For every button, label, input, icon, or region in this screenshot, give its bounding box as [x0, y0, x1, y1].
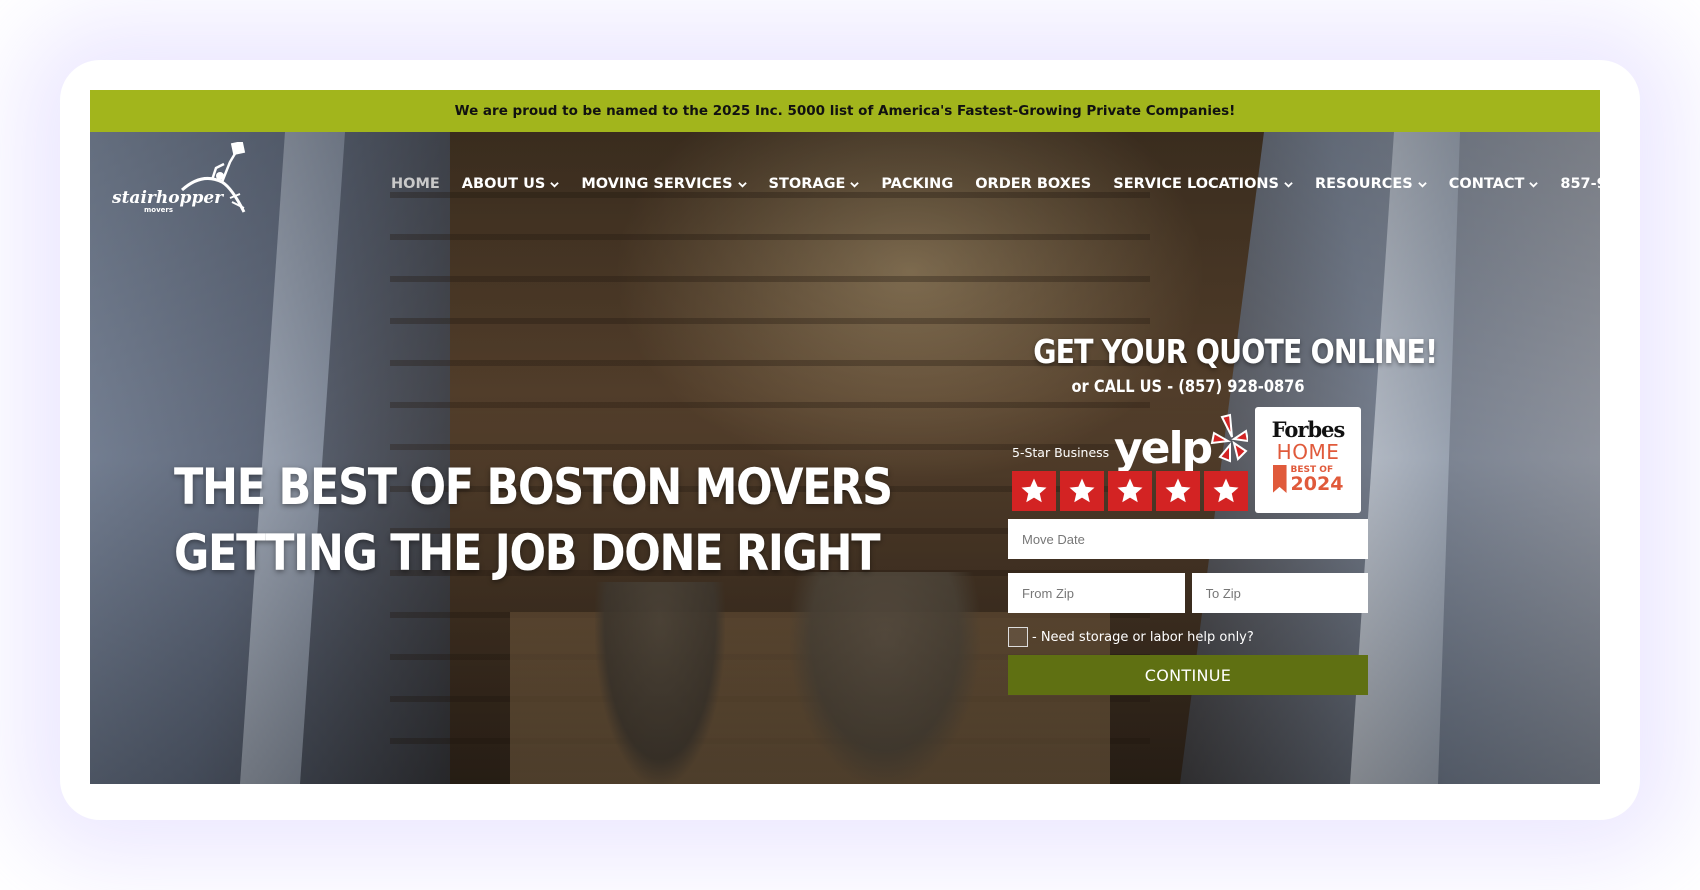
- quote-call-text: or CALL US - (857) 928-0876: [1071, 377, 1305, 397]
- nav-phone-label: 857-928-0876: [1560, 176, 1600, 192]
- chevron-down-icon: [1284, 181, 1293, 188]
- nav-phone-link[interactable]: 857-928-0876: [1560, 176, 1600, 192]
- hero-section: stairhopper movers HOME ABOUT US MOVING …: [90, 132, 1600, 784]
- logo-subtitle: movers: [144, 206, 174, 214]
- storage-labor-checkbox[interactable]: [1008, 627, 1028, 647]
- nav-service-locations-label: SERVICE LOCATIONS: [1113, 176, 1279, 192]
- yelp-badge[interactable]: 5-Star Business yelp: [1012, 413, 1248, 511]
- move-date-field[interactable]: [1008, 519, 1368, 559]
- nav-moving-services[interactable]: MOVING SERVICES: [581, 176, 747, 192]
- nav-order-boxes[interactable]: ORDER BOXES: [975, 176, 1091, 192]
- zip-row: [1008, 573, 1368, 613]
- nav-home-label: HOME: [391, 176, 440, 192]
- chevron-down-icon: [550, 181, 560, 188]
- yelp-badge-caption: 5-Star Business: [1012, 445, 1110, 460]
- quote-form: GET YOUR QUOTE ONLINE! or CALL US - (857…: [1008, 332, 1438, 695]
- site-logo[interactable]: stairhopper movers: [112, 142, 262, 222]
- chevron-down-icon: [850, 181, 860, 188]
- browser-viewport: We are proud to be named to the 2025 Inc…: [90, 90, 1600, 784]
- continue-button[interactable]: CONTINUE: [1008, 655, 1368, 695]
- storage-labor-option[interactable]: - Need storage or labor help only?: [1008, 627, 1368, 647]
- star-icon: [1156, 471, 1200, 511]
- nav-resources-label: RESOURCES: [1314, 176, 1413, 192]
- nav-order-boxes-label: ORDER BOXES: [975, 176, 1092, 192]
- announcement-text: We are proud to be named to the 2025 Inc…: [454, 103, 1236, 119]
- star-icon: [1012, 471, 1056, 511]
- yelp-logo-text: yelp: [1114, 423, 1213, 474]
- to-zip-field[interactable]: [1191, 573, 1368, 613]
- nav-storage-label: STORAGE: [768, 176, 846, 192]
- logo-wordmark: stairhopper: [112, 188, 224, 208]
- nav-packing-label: PACKING: [881, 176, 954, 192]
- nav-resources[interactable]: RESOURCES: [1315, 176, 1427, 192]
- nav-service-locations[interactable]: SERVICE LOCATIONS: [1113, 176, 1293, 192]
- quote-title: GET YOUR QUOTE ONLINE!: [1033, 332, 1438, 371]
- announcement-bar: We are proud to be named to the 2025 Inc…: [90, 90, 1600, 132]
- forbes-best-of: BEST OF 2024: [1255, 465, 1361, 495]
- storage-labor-label: - Need storage or labor help only?: [1032, 629, 1254, 645]
- yelp-burst-icon: [1210, 413, 1248, 463]
- nav-home[interactable]: HOME: [391, 176, 440, 192]
- chevron-down-icon: [1418, 181, 1427, 188]
- hero-headline-line2: GETTING THE JOB DONE RIGHT: [174, 524, 881, 582]
- forbes-best-text: BEST OF 2024: [1290, 465, 1344, 495]
- nav-about-us-label: ABOUT US: [461, 176, 546, 192]
- star-icon: [1204, 471, 1248, 511]
- star-icon: [1108, 471, 1152, 511]
- main-nav: HOME ABOUT US MOVING SERVICES STORAGE PA…: [391, 174, 1600, 194]
- chevron-down-icon: [1529, 181, 1539, 188]
- review-badges: 5-Star Business yelp Forbes HOME BEST OF…: [1008, 407, 1368, 517]
- nav-storage[interactable]: STORAGE: [769, 176, 860, 192]
- ribbon-icon: [1272, 465, 1287, 493]
- star-icon: [1060, 471, 1104, 511]
- forbes-year: 2024: [1290, 473, 1344, 495]
- from-zip-field[interactable]: [1008, 573, 1185, 613]
- forbes-home: HOME: [1276, 440, 1340, 464]
- chevron-down-icon: [737, 181, 747, 188]
- frog-mascot-icon: [180, 142, 246, 213]
- forbes-name: Forbes: [1271, 417, 1346, 442]
- hero-headline: THE BEST OF BOSTON MOVERS GETTING THE JO…: [174, 454, 893, 586]
- nav-about-us[interactable]: ABOUT US: [462, 176, 560, 192]
- forbes-badge[interactable]: Forbes HOME BEST OF 2024: [1255, 407, 1361, 513]
- nav-contact[interactable]: CONTACT: [1449, 176, 1539, 192]
- nav-contact-label: CONTACT: [1448, 176, 1525, 192]
- yelp-stars: [1012, 471, 1248, 511]
- nav-packing[interactable]: PACKING: [881, 176, 953, 192]
- nav-moving-services-label: MOVING SERVICES: [581, 176, 733, 192]
- hero-headline-line1: THE BEST OF BOSTON MOVERS: [174, 458, 893, 516]
